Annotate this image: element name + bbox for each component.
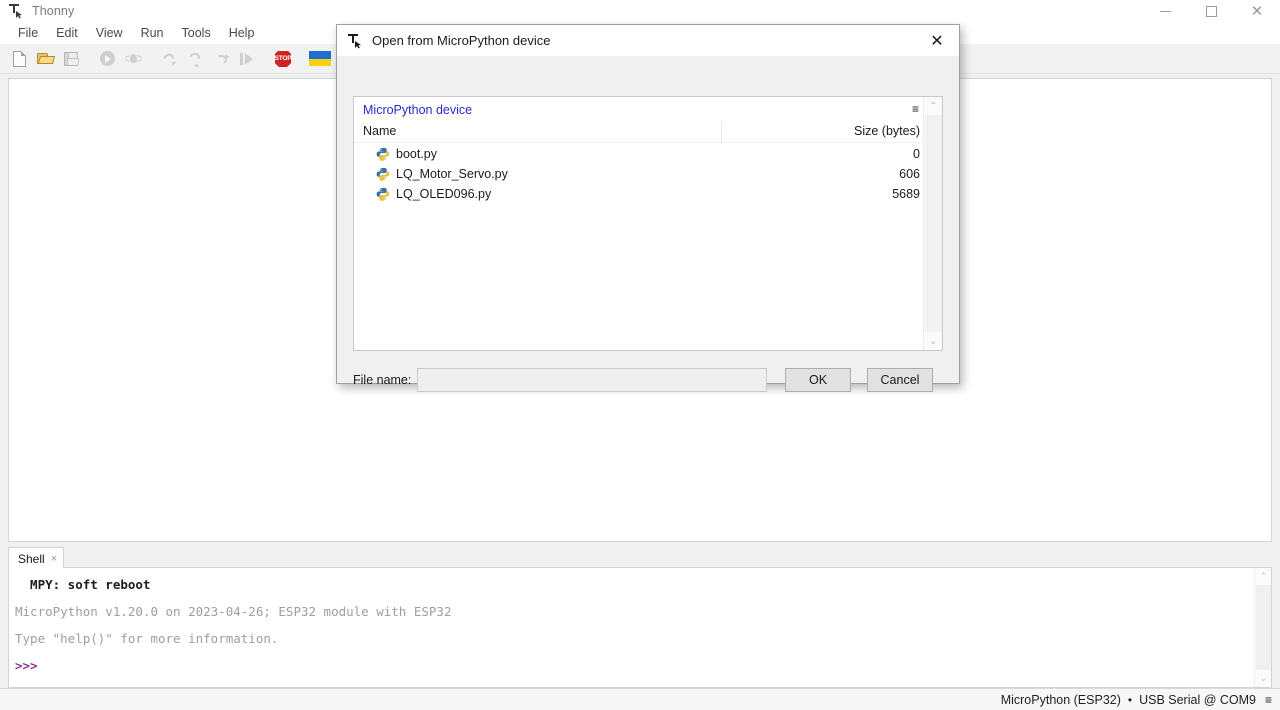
shell-scrollbar[interactable]: ⌃ ⌄ bbox=[1254, 568, 1271, 687]
thonny-window: Thonny ✕ File Edit View Run Tools Help S… bbox=[0, 0, 1280, 710]
file-name: LQ_Motor_Servo.py bbox=[396, 167, 508, 181]
dialog-close-button[interactable]: ✕ bbox=[915, 25, 959, 56]
save-disk-icon bbox=[64, 51, 79, 66]
file-list-rows: boot.py 0 LQ_Motor_Servo.py 606 LQ_OLED0… bbox=[354, 144, 924, 350]
filename-label: File name: bbox=[353, 373, 412, 387]
stop-icon: STOP bbox=[274, 49, 292, 68]
save-file-button[interactable] bbox=[60, 48, 82, 70]
open-file-button[interactable] bbox=[34, 48, 56, 70]
menu-run[interactable]: Run bbox=[132, 25, 173, 42]
table-row[interactable]: LQ_OLED096.py 5689 bbox=[354, 184, 924, 204]
menu-help[interactable]: Help bbox=[220, 25, 264, 42]
file-list-header: MicroPython device ≡ bbox=[354, 97, 942, 122]
stop-button[interactable]: STOP bbox=[272, 48, 294, 70]
minimize-icon bbox=[1159, 10, 1171, 12]
status-interpreter[interactable]: MicroPython (ESP32) bbox=[1001, 693, 1121, 707]
file-list-scrollbar[interactable]: ⌃ ⌄ bbox=[923, 97, 942, 350]
step-into-icon bbox=[187, 50, 203, 67]
shell-text: MPY: soft reboot MicroPython v1.20.0 on … bbox=[15, 571, 1251, 679]
new-file-icon bbox=[12, 50, 26, 67]
table-row[interactable]: LQ_Motor_Servo.py 606 bbox=[354, 164, 924, 184]
file-name: boot.py bbox=[396, 147, 438, 161]
shell-line-version: MicroPython v1.20.0 on 2023-04-26; ESP32… bbox=[15, 604, 452, 619]
status-port[interactable]: USB Serial @ COM9 bbox=[1139, 693, 1256, 707]
file-list[interactable]: MicroPython device ≡ Name Size (bytes) b… bbox=[353, 96, 943, 351]
file-size: 5689 bbox=[892, 187, 920, 201]
ok-button[interactable]: OK bbox=[785, 368, 851, 392]
status-separator: • bbox=[1127, 692, 1133, 707]
file-size: 606 bbox=[899, 167, 920, 181]
run-play-icon bbox=[99, 51, 115, 66]
step-out-button[interactable] bbox=[210, 48, 232, 70]
table-row[interactable]: boot.py 0 bbox=[354, 144, 924, 164]
dialog-title: Open from MicroPython device bbox=[372, 33, 551, 48]
menu-file[interactable]: File bbox=[9, 25, 47, 42]
python-file-icon bbox=[376, 167, 390, 181]
window-titlebar: Thonny ✕ bbox=[0, 0, 1280, 22]
dialog-footer: File name: OK Cancel bbox=[353, 366, 943, 394]
resume-button[interactable] bbox=[236, 48, 258, 70]
window-title: Thonny bbox=[32, 4, 75, 18]
step-out-icon bbox=[213, 52, 230, 66]
close-icon: ✕ bbox=[930, 31, 944, 50]
close-button[interactable]: ✕ bbox=[1234, 0, 1280, 22]
hamburger-icon[interactable]: ≡ bbox=[1265, 693, 1272, 707]
tab-shell[interactable]: Shell × bbox=[8, 547, 65, 569]
column-header-size[interactable]: Size (bytes) bbox=[854, 124, 920, 138]
shell-line-help: Type "help()" for more information. bbox=[15, 631, 279, 646]
debug-script-button[interactable] bbox=[122, 48, 144, 70]
dialog-titlebar: Open from MicroPython device ✕ bbox=[337, 25, 959, 56]
file-list-scroll-track[interactable] bbox=[925, 115, 942, 332]
shell-scroll-down-icon[interactable]: ⌄ bbox=[1255, 670, 1271, 687]
close-icon: ✕ bbox=[1250, 1, 1264, 20]
device-label[interactable]: MicroPython device bbox=[363, 103, 472, 117]
ukraine-flag-icon bbox=[309, 51, 331, 66]
step-over-button[interactable] bbox=[158, 48, 180, 70]
column-separator[interactable] bbox=[721, 122, 722, 143]
run-script-button[interactable] bbox=[96, 48, 118, 70]
dialog-body: MicroPython device ≡ Name Size (bytes) b… bbox=[337, 56, 959, 392]
shell-panel: Shell × MPY: soft reboot MicroPython v1.… bbox=[0, 546, 1280, 688]
support-ukraine-button[interactable] bbox=[308, 48, 332, 70]
python-file-icon bbox=[376, 147, 390, 161]
tab-shell-label: Shell bbox=[18, 551, 45, 566]
stop-label: STOP bbox=[274, 55, 292, 62]
file-size: 0 bbox=[913, 147, 920, 161]
menu-view[interactable]: View bbox=[87, 25, 132, 42]
step-into-button[interactable] bbox=[184, 48, 206, 70]
filename-input[interactable] bbox=[417, 368, 767, 392]
hamburger-icon[interactable]: ≡ bbox=[912, 102, 919, 116]
thonny-icon bbox=[8, 3, 24, 19]
window-controls: ✕ bbox=[1142, 0, 1280, 22]
maximize-button[interactable] bbox=[1188, 0, 1234, 22]
resume-icon bbox=[240, 52, 254, 65]
shell-line-reboot: MPY: soft reboot bbox=[15, 577, 151, 592]
column-header-name[interactable]: Name bbox=[363, 124, 396, 138]
open-from-device-dialog: Open from MicroPython device ✕ MicroPyth… bbox=[336, 24, 960, 392]
cancel-button[interactable]: Cancel bbox=[867, 368, 933, 392]
shell-scroll-up-icon[interactable]: ⌃ bbox=[1255, 568, 1271, 585]
new-file-button[interactable] bbox=[8, 48, 30, 70]
shell-prompt: >>> bbox=[15, 658, 38, 673]
step-over-icon bbox=[161, 51, 177, 66]
scroll-down-icon[interactable]: ⌄ bbox=[924, 332, 943, 350]
minimize-button[interactable] bbox=[1142, 0, 1188, 22]
maximize-icon bbox=[1205, 5, 1217, 17]
shell-scroll-thumb[interactable] bbox=[1256, 585, 1271, 670]
python-file-icon bbox=[376, 187, 390, 201]
open-folder-icon bbox=[36, 52, 55, 65]
file-list-columns: Name Size (bytes) bbox=[354, 122, 924, 143]
menu-tools[interactable]: Tools bbox=[173, 25, 220, 42]
menu-edit[interactable]: Edit bbox=[47, 25, 87, 42]
statusbar: MicroPython (ESP32) • USB Serial @ COM9 … bbox=[0, 688, 1280, 710]
tab-shell-close-icon[interactable]: × bbox=[51, 553, 57, 565]
scroll-up-icon[interactable]: ⌃ bbox=[924, 97, 943, 115]
thonny-icon bbox=[347, 33, 363, 49]
file-name: LQ_OLED096.py bbox=[396, 187, 492, 201]
shell-output[interactable]: MPY: soft reboot MicroPython v1.20.0 on … bbox=[8, 568, 1272, 688]
shell-tabstrip: Shell × bbox=[8, 546, 1272, 569]
debug-bug-icon bbox=[124, 51, 142, 66]
